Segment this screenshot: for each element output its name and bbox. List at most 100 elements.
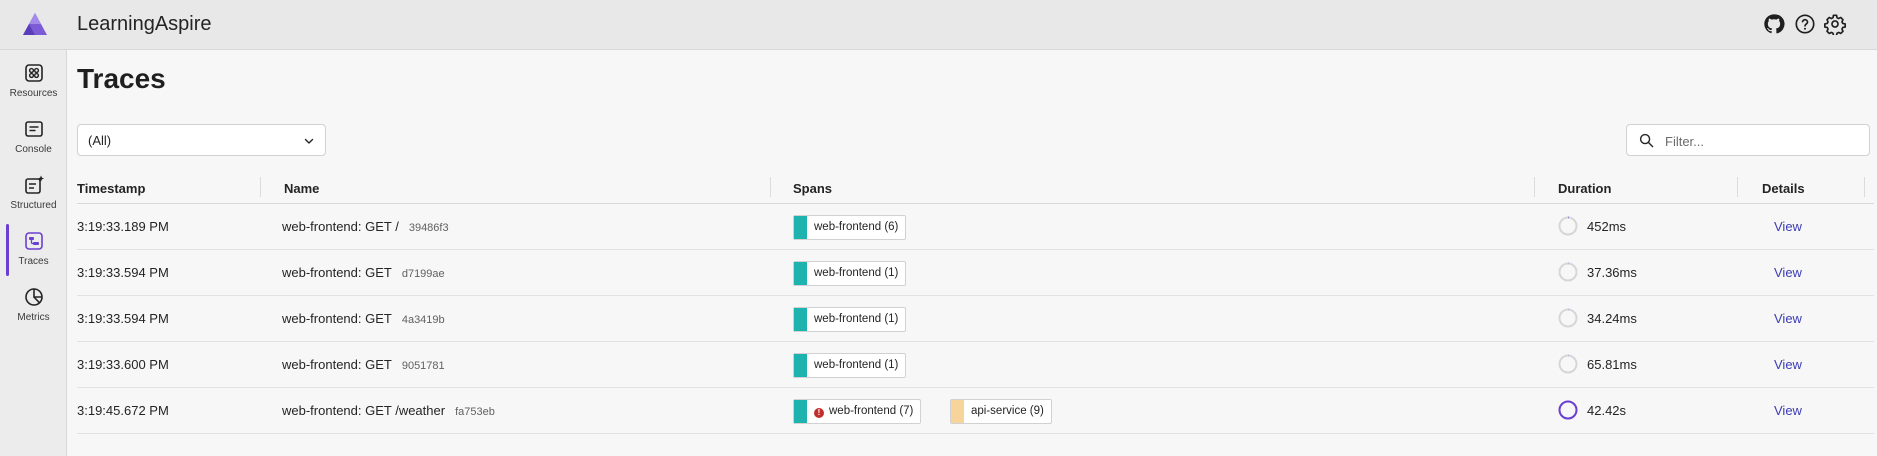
sidebar-item-label: Metrics	[17, 312, 50, 323]
trace-id: 4a3419b	[401, 314, 445, 326]
trace-id: 39486f3	[408, 222, 449, 234]
duration-ring	[1558, 216, 1578, 236]
sidebar-item-structured[interactable]: Structured	[0, 168, 67, 220]
column-resize-handle[interactable]	[770, 177, 771, 197]
duration-ring	[1558, 308, 1578, 328]
span-label: web-frontend (6)	[814, 221, 899, 233]
chevron-down-icon	[304, 138, 314, 144]
main-content: Traces (All) Timestamp Name Spans Durati…	[67, 50, 1877, 456]
sidebar-item-label: Console	[15, 144, 52, 155]
traces-icon	[25, 232, 43, 250]
duration-ring-track	[1558, 262, 1578, 282]
view-details-link[interactable]: View	[1774, 357, 1802, 372]
column-resize-handle[interactable]	[1534, 177, 1535, 197]
duration-ring-track	[1558, 216, 1578, 236]
span-color-swatch	[794, 308, 807, 331]
span-chip[interactable]: web-frontend (1)	[793, 353, 907, 378]
duration-cell: 37.36ms	[1587, 265, 1637, 280]
traces-table: Timestamp Name Spans Duration Details 3:…	[77, 173, 1874, 434]
span-label: web-frontend (1)	[814, 313, 899, 325]
span-label: web-frontend (1)	[814, 267, 899, 279]
view-details-link[interactable]: View	[1774, 219, 1802, 234]
table-row[interactable]: 3:19:33.189 PM web-frontend: GET / 39486f…	[77, 204, 1874, 250]
span-label: api-service (9)	[971, 405, 1044, 417]
column-resize-handle[interactable]	[1864, 177, 1865, 197]
timestamp-cell: 3:19:45.672 PM	[77, 403, 169, 418]
duration-cell: 452ms	[1587, 219, 1627, 234]
sidebar-nav: Resources Console Structured Traces Metr…	[0, 50, 67, 456]
column-header-spans[interactable]: Spans	[793, 181, 832, 196]
error-icon: !	[814, 408, 824, 418]
sidebar-item-resources[interactable]: Resources	[0, 56, 67, 108]
table-row[interactable]: 3:19:45.672 PM web-frontend: GET /weathe…	[77, 388, 1874, 434]
name-cell: web-frontend: GET d7199ae	[282, 265, 445, 280]
duration-ring	[1558, 262, 1578, 282]
trace-id: 9051781	[401, 360, 445, 372]
span-chip[interactable]: api-service (9)	[950, 399, 1052, 424]
sidebar-item-label: Structured	[10, 200, 57, 211]
column-header-details[interactable]: Details	[1762, 181, 1805, 196]
span-chip[interactable]: ! web-frontend (7)	[793, 399, 922, 424]
settings-icon[interactable]	[1824, 13, 1846, 35]
column-header-duration[interactable]: Duration	[1558, 181, 1611, 196]
name-cell: web-frontend: GET 4a3419b	[282, 311, 445, 326]
column-resize-handle[interactable]	[1737, 177, 1738, 197]
span-label-text: web-frontend (7)	[829, 405, 914, 417]
sidebar-item-label: Traces	[18, 256, 49, 267]
name-cell: web-frontend: GET / 39486f3	[282, 219, 449, 234]
table-header: Timestamp Name Spans Duration Details	[77, 173, 1874, 204]
duration-cell: 65.81ms	[1587, 357, 1637, 372]
trace-name: web-frontend: GET	[282, 311, 392, 326]
resources-grid-icon	[25, 64, 43, 82]
console-icon	[25, 121, 43, 137]
table-row[interactable]: 3:19:33.594 PM web-frontend: GET d7199ae …	[77, 250, 1874, 296]
active-indicator	[6, 224, 9, 276]
trace-name: web-frontend: GET	[282, 265, 392, 280]
view-details-link[interactable]: View	[1774, 265, 1802, 280]
trace-name: web-frontend: GET /	[282, 219, 399, 234]
timestamp-cell: 3:19:33.189 PM	[77, 219, 169, 234]
span-color-swatch	[794, 216, 807, 239]
span-color-swatch	[794, 400, 807, 423]
trace-name: web-frontend: GET	[282, 357, 392, 372]
trace-id: d7199ae	[401, 268, 445, 280]
filter-input[interactable]	[1665, 131, 1861, 151]
sidebar-item-traces[interactable]: Traces	[0, 224, 67, 276]
timestamp-cell: 3:19:33.594 PM	[77, 265, 169, 280]
column-header-name[interactable]: Name	[284, 181, 319, 196]
trace-id: fa753eb	[455, 406, 495, 418]
span-chip[interactable]: web-frontend (6)	[793, 215, 907, 240]
span-chip[interactable]: web-frontend (1)	[793, 261, 907, 286]
span-label: web-frontend (1)	[814, 359, 899, 371]
timestamp-cell: 3:19:33.600 PM	[77, 357, 169, 372]
search-icon	[1639, 133, 1654, 148]
span-color-swatch	[794, 354, 807, 377]
page-title: Traces	[77, 63, 166, 94]
sidebar-item-console[interactable]: Console	[0, 112, 67, 164]
resource-select[interactable]: (All)	[77, 124, 326, 156]
duration-ring	[1558, 400, 1578, 420]
app-title[interactable]: LearningAspire	[77, 13, 212, 36]
table-row[interactable]: 3:19:33.594 PM web-frontend: GET 4a3419b …	[77, 296, 1874, 342]
duration-ring	[1558, 354, 1578, 374]
help-icon[interactable]	[1794, 13, 1816, 35]
duration-cell: 34.24ms	[1587, 311, 1637, 326]
sidebar-item-metrics[interactable]: Metrics	[0, 280, 67, 332]
sidebar-item-label: Resources	[9, 88, 58, 99]
resource-select-value: (All)	[88, 133, 112, 148]
span-chip[interactable]: web-frontend (1)	[793, 307, 907, 332]
trace-name: web-frontend: GET /weather	[282, 403, 446, 418]
column-resize-handle[interactable]	[260, 177, 261, 197]
span-label: ! web-frontend (7)	[807, 400, 920, 423]
view-details-link[interactable]: View	[1774, 311, 1802, 326]
name-cell: web-frontend: GET /weather fa753eb	[282, 403, 495, 418]
span-color-swatch	[794, 262, 807, 285]
metrics-icon	[25, 288, 43, 306]
column-header-timestamp[interactable]: Timestamp	[77, 181, 145, 196]
duration-ring-track	[1558, 308, 1578, 328]
aspire-logo-icon[interactable]	[22, 12, 48, 36]
view-details-link[interactable]: View	[1774, 403, 1802, 418]
duration-ring-fill	[1558, 400, 1578, 420]
table-row[interactable]: 3:19:33.600 PM web-frontend: GET 9051781 …	[77, 342, 1874, 388]
github-icon[interactable]	[1763, 13, 1785, 35]
